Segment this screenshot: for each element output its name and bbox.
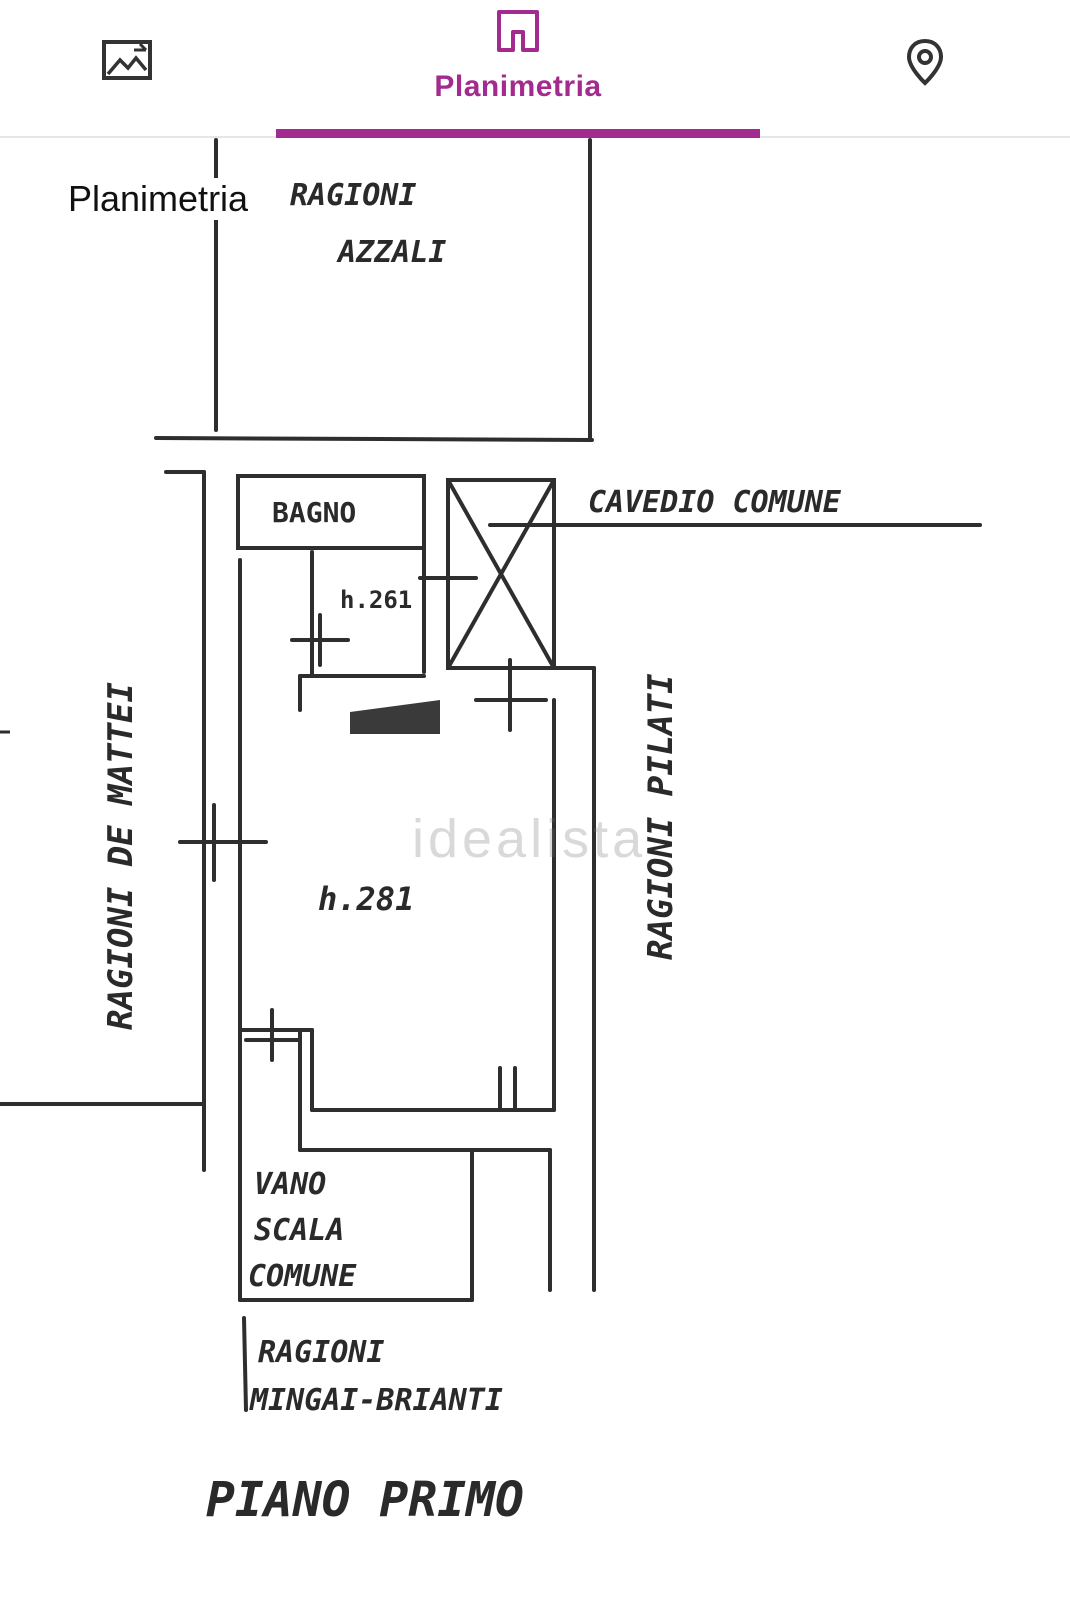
plan-label-comune: COMUNE [248,1259,357,1294]
plan-label-de-mattei: RAGIONI DE MATTEI [101,681,141,1030]
floorplan-viewer[interactable]: RAGIONI AZZALI BAGNO h.261 CAVEDIO COMUN… [0,138,1070,1600]
active-tab-indicator [276,129,760,138]
plan-label-piano-primo: PIANO PRIMO [206,1472,524,1528]
plan-label-h261: h.261 [340,586,412,614]
plan-label-azzali: AZZALI [336,235,446,270]
map-pin-icon [906,38,944,86]
plan-label-ragioni-azzali: RAGIONI [290,178,416,213]
plan-label-mingai-brianti: MINGAI-BRIANTI [249,1383,503,1418]
plan-label-bagno: BAGNO [272,496,356,529]
tab-map[interactable] [760,0,1070,138]
floorplan-icon [497,10,539,52]
tab-photos[interactable] [0,0,276,138]
tab-bar: Planimetria [0,0,1070,138]
floorplan-caption: Planimetria [66,178,251,220]
image-icon [102,40,152,80]
tab-floorplan-label: Planimetria [434,70,602,103]
plan-label-pilati: RAGIONI PILATI [641,673,681,960]
watermark: idealista [412,809,647,869]
plan-label-scala: SCALA [254,1213,344,1248]
plan-label-h281: h.281 [318,880,414,918]
plan-label-vano: VANO [254,1167,326,1202]
tab-floorplan[interactable]: Planimetria [276,0,760,138]
plan-label-ragioni-mingai: RAGIONI [258,1335,384,1370]
plan-label-cavedio: CAVEDIO COMUNE [588,485,842,520]
